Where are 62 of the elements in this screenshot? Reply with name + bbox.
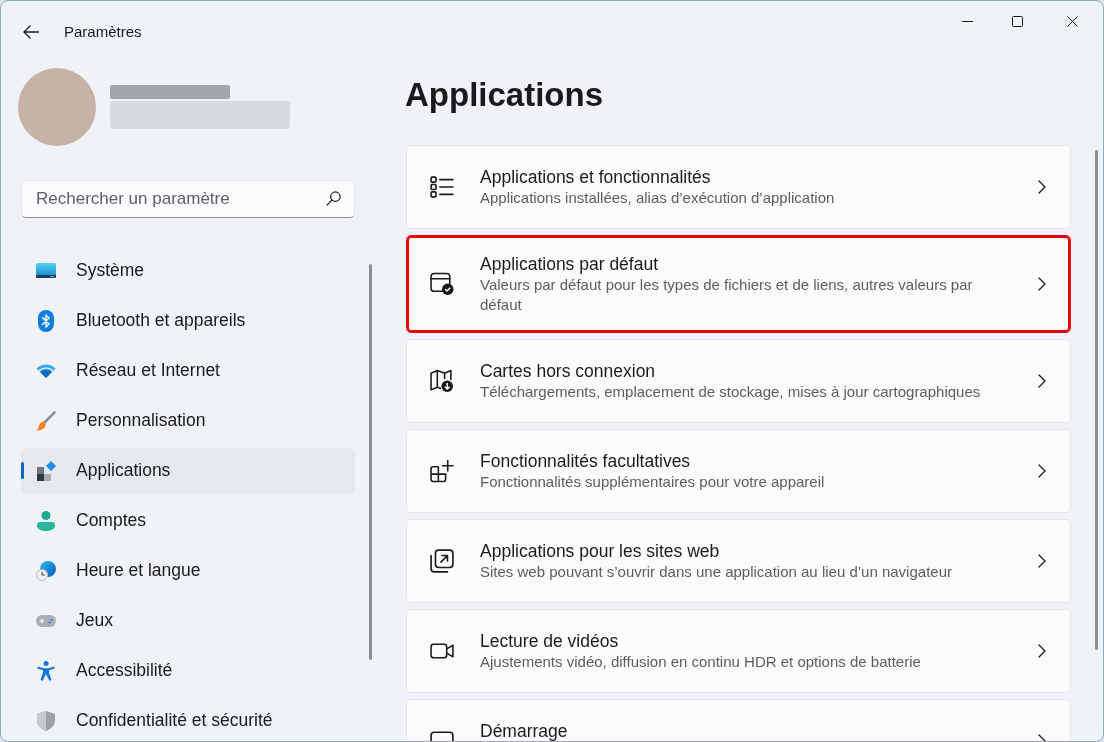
paintbrush-icon bbox=[36, 410, 56, 431]
apps-icon bbox=[36, 460, 56, 481]
close-icon bbox=[1067, 15, 1078, 27]
minimize-icon bbox=[961, 20, 973, 22]
card-description: Téléchargements, emplacement de stockage, mises à jour cartographiques bbox=[480, 382, 982, 402]
external-window-icon bbox=[430, 549, 454, 573]
settings-card[interactable]: Lecture de vidéos Ajustements vidéo, diffusion en continu HDR et options de batterie bbox=[406, 609, 1071, 693]
nav-item[interactable]: Jeux bbox=[21, 598, 355, 643]
card-description: Fonctionnalités supplémentaires pour votre appareil bbox=[480, 472, 826, 492]
settings-card[interactable]: Démarrage bbox=[406, 699, 1071, 741]
arrow-left-icon bbox=[23, 24, 39, 39]
settings-card[interactable]: Cartes hors connexion Téléchargements, emplacement de stockage, mises à jour cartographiques bbox=[406, 339, 1071, 423]
card-title: Applications et fonctionnalités bbox=[480, 166, 712, 188]
shield-icon bbox=[37, 710, 55, 731]
nav-item[interactable]: Confidentialité et sécurité bbox=[21, 698, 355, 741]
person-icon bbox=[37, 510, 55, 531]
card-description: Ajustements vidéo, diffusion en continu HDR et options de batterie bbox=[480, 652, 922, 672]
grid-plus-icon bbox=[430, 459, 454, 483]
scrollbar-thumb[interactable] bbox=[1095, 150, 1098, 650]
search-icon bbox=[326, 191, 341, 206]
settings-card[interactable]: Fonctionnalités facultatives Fonctionnalités supplémentaires pour votre appareil bbox=[406, 429, 1071, 513]
window-check-icon bbox=[430, 272, 454, 296]
globe-clock-icon bbox=[36, 560, 56, 581]
settings-card[interactable]: Applications par défaut Valeurs par défaut pour les types de fichiers et de liens, autres valeurs par défaut bbox=[406, 235, 1071, 333]
nav-item[interactable]: Réseau et Internet bbox=[21, 348, 355, 393]
card-title: Applications par défaut bbox=[480, 253, 660, 275]
scrollbar-thumb[interactable] bbox=[369, 264, 372, 660]
nav-item[interactable]: Personnalisation bbox=[21, 398, 355, 443]
card-description: Applications installées, alias d’exécution d’application bbox=[480, 188, 836, 208]
card-title: Fonctionnalités facultatives bbox=[480, 450, 692, 472]
nav-item[interactable]: Bluetooth et appareils bbox=[21, 298, 355, 343]
nav-item[interactable]: Système bbox=[21, 248, 355, 293]
gamepad-icon bbox=[36, 614, 56, 627]
accessibility-icon bbox=[37, 660, 55, 681]
page-title: Applications bbox=[405, 75, 605, 115]
chevron-right-icon bbox=[1038, 554, 1046, 568]
chevron-right-icon bbox=[1038, 277, 1046, 291]
chevron-right-icon bbox=[1038, 180, 1046, 194]
maximize-icon bbox=[1011, 15, 1023, 27]
nav-item[interactable]: Heure et langue bbox=[21, 548, 355, 593]
search-field[interactable]: Rechercher un paramètre bbox=[21, 180, 355, 218]
window-title: Paramètres bbox=[64, 23, 142, 40]
nav-item[interactable]: Comptes bbox=[21, 498, 355, 543]
card-title: Cartes hors connexion bbox=[480, 360, 657, 382]
wifi-icon bbox=[36, 363, 56, 378]
card-title: Applications pour les sites web bbox=[480, 540, 721, 562]
card-title: Démarrage bbox=[480, 720, 569, 741]
settings-card[interactable]: Applications pour les sites web Sites web pouvant s’ouvrir dans une application au lieu d’un navigateur bbox=[406, 519, 1071, 603]
settings-card[interactable]: Applications et fonctionnalités Applications installées, alias d’exécution d’application bbox=[406, 145, 1071, 229]
list-icon bbox=[430, 175, 454, 199]
selection-indicator bbox=[21, 462, 24, 479]
map-download-icon bbox=[430, 369, 454, 393]
nav-item[interactable]: Accessibilité bbox=[21, 648, 355, 693]
chevron-right-icon bbox=[1038, 644, 1046, 658]
bluetooth-icon bbox=[38, 309, 54, 332]
card-title: Lecture de vidéos bbox=[480, 630, 620, 652]
chevron-right-icon bbox=[1038, 374, 1046, 388]
card-description: Valeurs par défaut pour les types de fichiers et de liens, autres valeurs par défaut bbox=[480, 275, 974, 315]
card-description: Sites web pouvant s’ouvrir dans une application au lieu d’un navigateur bbox=[480, 562, 953, 582]
chevron-right-icon bbox=[1038, 464, 1046, 478]
monitor-icon bbox=[36, 263, 56, 278]
nav-item[interactable]: Applications bbox=[21, 448, 355, 493]
